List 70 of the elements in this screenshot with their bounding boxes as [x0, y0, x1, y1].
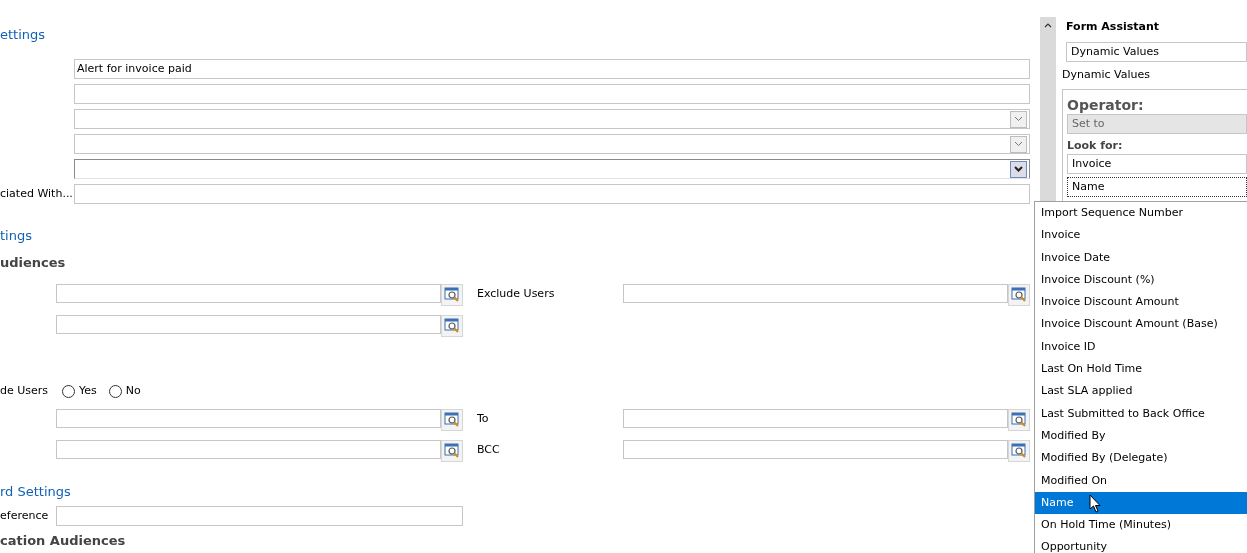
- lookup-field[interactable]: [56, 409, 463, 431]
- input-field[interactable]: [74, 184, 1030, 204]
- lookup-field[interactable]: [56, 315, 463, 337]
- lookup-icon: [1010, 287, 1028, 303]
- radio-button[interactable]: [62, 384, 75, 398]
- field-label: ciated With...: [0, 186, 73, 200]
- section-heading: ettings: [0, 26, 47, 44]
- list-option[interactable]: Invoice Discount Amount: [1035, 291, 1247, 314]
- panel-title: Form Assistant: [1066, 20, 1160, 33]
- list-option[interactable]: Modified On: [1035, 469, 1247, 492]
- caret-up-icon: [1044, 23, 1052, 28]
- dropdown-field[interactable]: [74, 159, 1030, 179]
- list-option[interactable]: Invoice Discount Amount (Base): [1035, 313, 1247, 336]
- dropdown-field[interactable]: Invoice: [1067, 154, 1247, 174]
- input-field[interactable]: Alert for invoice paid: [74, 59, 1030, 79]
- dropdown-field[interactable]: Dynamic Values: [1066, 42, 1247, 62]
- list-option[interactable]: Invoice: [1035, 224, 1247, 247]
- lookup-button[interactable]: [1008, 284, 1030, 306]
- lookup-icon: [1010, 412, 1028, 428]
- lookup-field[interactable]: [56, 440, 463, 462]
- lookup-field[interactable]: [623, 409, 1030, 431]
- lookup-button[interactable]: [441, 315, 463, 337]
- field-label: Operator:: [1067, 97, 1144, 113]
- list-option[interactable]: Invoice Date: [1035, 246, 1247, 269]
- input-field[interactable]: [56, 506, 463, 526]
- lookup-button[interactable]: [441, 284, 463, 306]
- field-label: Exclude Users: [477, 287, 555, 300]
- lookup-icon: [1010, 443, 1028, 459]
- list-option[interactable]: Invoice ID: [1035, 335, 1247, 359]
- lookup-field[interactable]: [56, 284, 463, 306]
- dropdown-field[interactable]: Name: [1067, 177, 1247, 197]
- field-label: BCC: [477, 443, 500, 456]
- field-label: To: [477, 412, 489, 425]
- field-label: eference: [0, 508, 49, 522]
- section-label: Dynamic Values: [1062, 68, 1150, 81]
- section-heading: rd Settings: [0, 483, 72, 501]
- list-option[interactable]: On Hold Time (Minutes): [1035, 514, 1247, 537]
- lookup-field[interactable]: [623, 284, 1030, 306]
- dropdown-field[interactable]: [74, 134, 1030, 154]
- subsection-heading: udiences: [0, 254, 67, 272]
- lookup-button[interactable]: [1008, 409, 1030, 431]
- dropdown-field[interactable]: Set to: [1067, 114, 1247, 134]
- lookup-button[interactable]: [441, 440, 463, 462]
- lookup-button[interactable]: [1008, 440, 1030, 462]
- radio-button[interactable]: [108, 384, 122, 398]
- subsection-heading: cation Audiences: [0, 532, 127, 550]
- section-heading: tings: [0, 227, 33, 245]
- chevron-down-icon[interactable]: [1010, 160, 1027, 178]
- list-option[interactable]: Last On Hold Time: [1035, 358, 1247, 381]
- list-option[interactable]: Modified By: [1035, 424, 1247, 448]
- radio-label: No: [125, 382, 141, 399]
- list-option[interactable]: Invoice Discount (%): [1035, 268, 1247, 292]
- field-label: Look for:: [1067, 139, 1123, 152]
- cursor-icon: [1089, 494, 1101, 513]
- lookup-icon: [443, 412, 461, 428]
- list-option[interactable]: Last SLA applied: [1035, 380, 1247, 403]
- lookup-icon: [443, 443, 461, 459]
- radio-label: Yes: [79, 382, 97, 399]
- input-field[interactable]: [74, 84, 1030, 104]
- list-option[interactable]: Modified By (Delegate): [1035, 447, 1247, 470]
- field-label: de Users: [0, 383, 49, 397]
- lookup-button[interactable]: [441, 409, 463, 431]
- lookup-icon: [443, 318, 461, 334]
- lookup-field[interactable]: [623, 440, 1030, 462]
- list-option[interactable]: Last Submitted to Back Office: [1035, 402, 1247, 425]
- list-option[interactable]: Opportunity: [1035, 536, 1247, 553]
- dropdown-field[interactable]: [74, 109, 1030, 129]
- lookup-icon: [443, 287, 461, 303]
- list-option[interactable]: Name: [1035, 491, 1247, 515]
- list-option[interactable]: Import Sequence Number: [1035, 202, 1247, 225]
